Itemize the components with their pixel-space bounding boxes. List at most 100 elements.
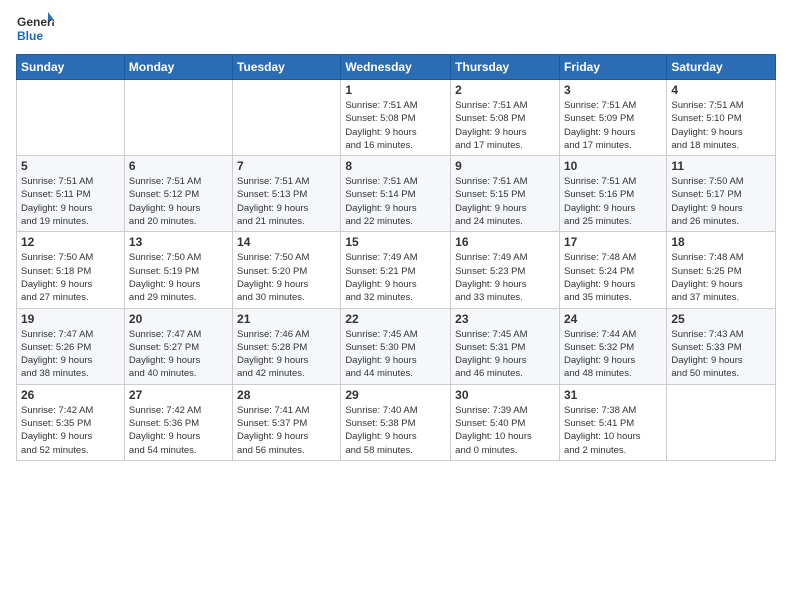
day-number: 25 <box>671 312 771 326</box>
day-info: Sunrise: 7:50 AM Sunset: 5:17 PM Dayligh… <box>671 175 771 228</box>
day-number: 29 <box>345 388 446 402</box>
day-info: Sunrise: 7:42 AM Sunset: 5:36 PM Dayligh… <box>129 404 228 457</box>
day-info: Sunrise: 7:45 AM Sunset: 5:30 PM Dayligh… <box>345 328 446 381</box>
weekday-header-monday: Monday <box>124 55 232 80</box>
calendar-cell: 31 Sunrise: 7:38 AM Sunset: 5:41 PM Dayli… <box>559 384 666 460</box>
day-number: 7 <box>237 159 336 173</box>
day-number: 8 <box>345 159 446 173</box>
calendar-cell: 20 Sunrise: 7:47 AM Sunset: 5:27 PM Dayli… <box>124 308 232 384</box>
day-number: 17 <box>564 235 662 249</box>
day-number: 27 <box>129 388 228 402</box>
day-info: Sunrise: 7:48 AM Sunset: 5:25 PM Dayligh… <box>671 251 771 304</box>
day-number: 12 <box>21 235 120 249</box>
day-info: Sunrise: 7:47 AM Sunset: 5:27 PM Dayligh… <box>129 328 228 381</box>
day-info: Sunrise: 7:46 AM Sunset: 5:28 PM Dayligh… <box>237 328 336 381</box>
calendar-cell: 8 Sunrise: 7:51 AM Sunset: 5:14 PM Daylig… <box>341 156 451 232</box>
day-number: 18 <box>671 235 771 249</box>
calendar-cell: 12 Sunrise: 7:50 AM Sunset: 5:18 PM Dayli… <box>17 232 125 308</box>
day-number: 26 <box>21 388 120 402</box>
day-info: Sunrise: 7:42 AM Sunset: 5:35 PM Dayligh… <box>21 404 120 457</box>
calendar-cell: 15 Sunrise: 7:49 AM Sunset: 5:21 PM Dayli… <box>341 232 451 308</box>
week-row-3: 12 Sunrise: 7:50 AM Sunset: 5:18 PM Dayli… <box>17 232 776 308</box>
day-number: 28 <box>237 388 336 402</box>
calendar-cell: 4 Sunrise: 7:51 AM Sunset: 5:10 PM Daylig… <box>667 80 776 156</box>
day-info: Sunrise: 7:50 AM Sunset: 5:20 PM Dayligh… <box>237 251 336 304</box>
day-number: 14 <box>237 235 336 249</box>
day-number: 13 <box>129 235 228 249</box>
day-info: Sunrise: 7:51 AM Sunset: 5:12 PM Dayligh… <box>129 175 228 228</box>
calendar-cell: 1 Sunrise: 7:51 AM Sunset: 5:08 PM Daylig… <box>341 80 451 156</box>
weekday-header-friday: Friday <box>559 55 666 80</box>
week-row-5: 26 Sunrise: 7:42 AM Sunset: 5:35 PM Dayli… <box>17 384 776 460</box>
day-info: Sunrise: 7:51 AM Sunset: 5:08 PM Dayligh… <box>455 99 555 152</box>
day-info: Sunrise: 7:39 AM Sunset: 5:40 PM Dayligh… <box>455 404 555 457</box>
day-info: Sunrise: 7:51 AM Sunset: 5:16 PM Dayligh… <box>564 175 662 228</box>
day-info: Sunrise: 7:51 AM Sunset: 5:10 PM Dayligh… <box>671 99 771 152</box>
day-number: 3 <box>564 83 662 97</box>
calendar-cell: 6 Sunrise: 7:51 AM Sunset: 5:12 PM Daylig… <box>124 156 232 232</box>
day-number: 6 <box>129 159 228 173</box>
day-info: Sunrise: 7:51 AM Sunset: 5:09 PM Dayligh… <box>564 99 662 152</box>
day-info: Sunrise: 7:40 AM Sunset: 5:38 PM Dayligh… <box>345 404 446 457</box>
header: General Blue <box>16 10 776 48</box>
day-info: Sunrise: 7:45 AM Sunset: 5:31 PM Dayligh… <box>455 328 555 381</box>
weekday-header-saturday: Saturday <box>667 55 776 80</box>
calendar-cell: 25 Sunrise: 7:43 AM Sunset: 5:33 PM Dayli… <box>667 308 776 384</box>
day-number: 5 <box>21 159 120 173</box>
day-number: 9 <box>455 159 555 173</box>
day-number: 22 <box>345 312 446 326</box>
day-number: 30 <box>455 388 555 402</box>
day-info: Sunrise: 7:50 AM Sunset: 5:18 PM Dayligh… <box>21 251 120 304</box>
day-info: Sunrise: 7:47 AM Sunset: 5:26 PM Dayligh… <box>21 328 120 381</box>
calendar-cell: 2 Sunrise: 7:51 AM Sunset: 5:08 PM Daylig… <box>451 80 560 156</box>
day-number: 2 <box>455 83 555 97</box>
calendar-cell: 30 Sunrise: 7:39 AM Sunset: 5:40 PM Dayli… <box>451 384 560 460</box>
day-number: 23 <box>455 312 555 326</box>
day-number: 1 <box>345 83 446 97</box>
day-number: 20 <box>129 312 228 326</box>
calendar-cell: 22 Sunrise: 7:45 AM Sunset: 5:30 PM Dayli… <box>341 308 451 384</box>
svg-text:Blue: Blue <box>17 29 43 43</box>
calendar-cell: 18 Sunrise: 7:48 AM Sunset: 5:25 PM Dayli… <box>667 232 776 308</box>
calendar-cell: 9Sunrise: 7:51 AM Sunset: 5:15 PM Daylig… <box>451 156 560 232</box>
week-row-2: 5Sunrise: 7:51 AM Sunset: 5:11 PM Daylig… <box>17 156 776 232</box>
weekday-header-wednesday: Wednesday <box>341 55 451 80</box>
logo-svg: General Blue <box>16 10 54 48</box>
weekday-header-row: SundayMondayTuesdayWednesdayThursdayFrid… <box>17 55 776 80</box>
day-info: Sunrise: 7:51 AM Sunset: 5:08 PM Dayligh… <box>345 99 446 152</box>
day-info: Sunrise: 7:51 AM Sunset: 5:13 PM Dayligh… <box>237 175 336 228</box>
calendar-cell: 14 Sunrise: 7:50 AM Sunset: 5:20 PM Dayli… <box>233 232 341 308</box>
day-info: Sunrise: 7:41 AM Sunset: 5:37 PM Dayligh… <box>237 404 336 457</box>
day-number: 24 <box>564 312 662 326</box>
day-number: 11 <box>671 159 771 173</box>
calendar-cell: 5Sunrise: 7:51 AM Sunset: 5:11 PM Daylig… <box>17 156 125 232</box>
weekday-header-tuesday: Tuesday <box>233 55 341 80</box>
day-number: 4 <box>671 83 771 97</box>
weekday-header-sunday: Sunday <box>17 55 125 80</box>
calendar-cell: 28 Sunrise: 7:41 AM Sunset: 5:37 PM Dayli… <box>233 384 341 460</box>
calendar-cell: 11 Sunrise: 7:50 AM Sunset: 5:17 PM Dayli… <box>667 156 776 232</box>
day-info: Sunrise: 7:49 AM Sunset: 5:21 PM Dayligh… <box>345 251 446 304</box>
calendar-cell <box>233 80 341 156</box>
day-number: 19 <box>21 312 120 326</box>
calendar-cell: 17 Sunrise: 7:48 AM Sunset: 5:24 PM Dayli… <box>559 232 666 308</box>
calendar-cell: 29 Sunrise: 7:40 AM Sunset: 5:38 PM Dayli… <box>341 384 451 460</box>
calendar-cell: 23 Sunrise: 7:45 AM Sunset: 5:31 PM Dayli… <box>451 308 560 384</box>
calendar-cell: 27 Sunrise: 7:42 AM Sunset: 5:36 PM Dayli… <box>124 384 232 460</box>
logo: General Blue <box>16 10 54 48</box>
calendar-cell <box>124 80 232 156</box>
day-number: 31 <box>564 388 662 402</box>
day-info: Sunrise: 7:48 AM Sunset: 5:24 PM Dayligh… <box>564 251 662 304</box>
day-info: Sunrise: 7:38 AM Sunset: 5:41 PM Dayligh… <box>564 404 662 457</box>
calendar-cell: 7 Sunrise: 7:51 AM Sunset: 5:13 PM Daylig… <box>233 156 341 232</box>
calendar: SundayMondayTuesdayWednesdayThursdayFrid… <box>16 54 776 461</box>
day-info: Sunrise: 7:43 AM Sunset: 5:33 PM Dayligh… <box>671 328 771 381</box>
calendar-cell: 21Sunrise: 7:46 AM Sunset: 5:28 PM Dayli… <box>233 308 341 384</box>
page: General Blue SundayMondayTuesdayWednesda… <box>0 0 792 612</box>
day-number: 10 <box>564 159 662 173</box>
weekday-header-thursday: Thursday <box>451 55 560 80</box>
day-number: 15 <box>345 235 446 249</box>
calendar-cell: 24Sunrise: 7:44 AM Sunset: 5:32 PM Dayli… <box>559 308 666 384</box>
day-info: Sunrise: 7:51 AM Sunset: 5:14 PM Dayligh… <box>345 175 446 228</box>
week-row-1: 1 Sunrise: 7:51 AM Sunset: 5:08 PM Daylig… <box>17 80 776 156</box>
